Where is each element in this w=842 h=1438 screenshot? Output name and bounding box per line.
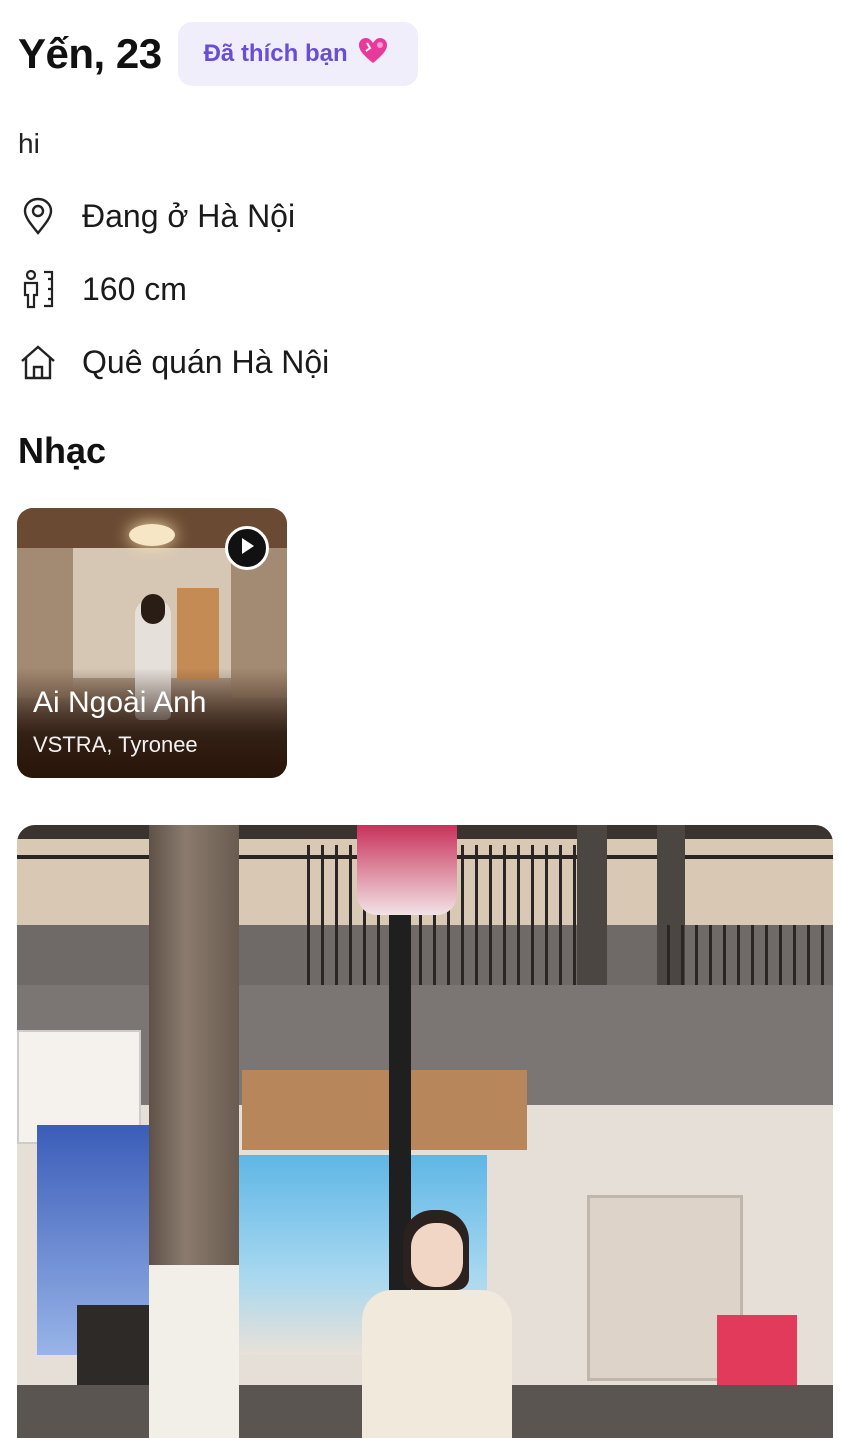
location-row: Đang ở Hà Nội (18, 196, 295, 236)
location-text: Đang ở Hà Nội (82, 197, 296, 234)
hometown-text: Quê quán Hà Nội (82, 343, 330, 380)
profile-name-age: Yến, 23 (18, 30, 162, 77)
profile-photo[interactable] (17, 825, 833, 1438)
height-text: 160 cm (82, 270, 187, 307)
profile-bio: hi (18, 128, 40, 159)
home-icon (18, 342, 58, 382)
heart-icon (358, 37, 388, 72)
liked-you-badge: Đã thích bạn (177, 22, 418, 86)
location-pin-icon (18, 196, 58, 236)
height-row: 160 cm (18, 269, 187, 309)
song-title: Ai Ngoài Anh (33, 686, 207, 719)
music-section-title: Nhạc (18, 430, 107, 471)
song-artist: VSTRA, Tyronee (33, 732, 198, 757)
liked-you-label: Đã thích bạn (203, 40, 348, 67)
height-ruler-icon (18, 269, 58, 309)
play-icon (238, 536, 256, 561)
profile-header: Yến, 23 Đã thích bạn (18, 22, 418, 86)
play-button[interactable] (225, 526, 269, 570)
music-card[interactable]: Ai Ngoài Anh VSTRA, Tyronee (17, 508, 287, 778)
hometown-row: Quê quán Hà Nội (18, 342, 329, 382)
